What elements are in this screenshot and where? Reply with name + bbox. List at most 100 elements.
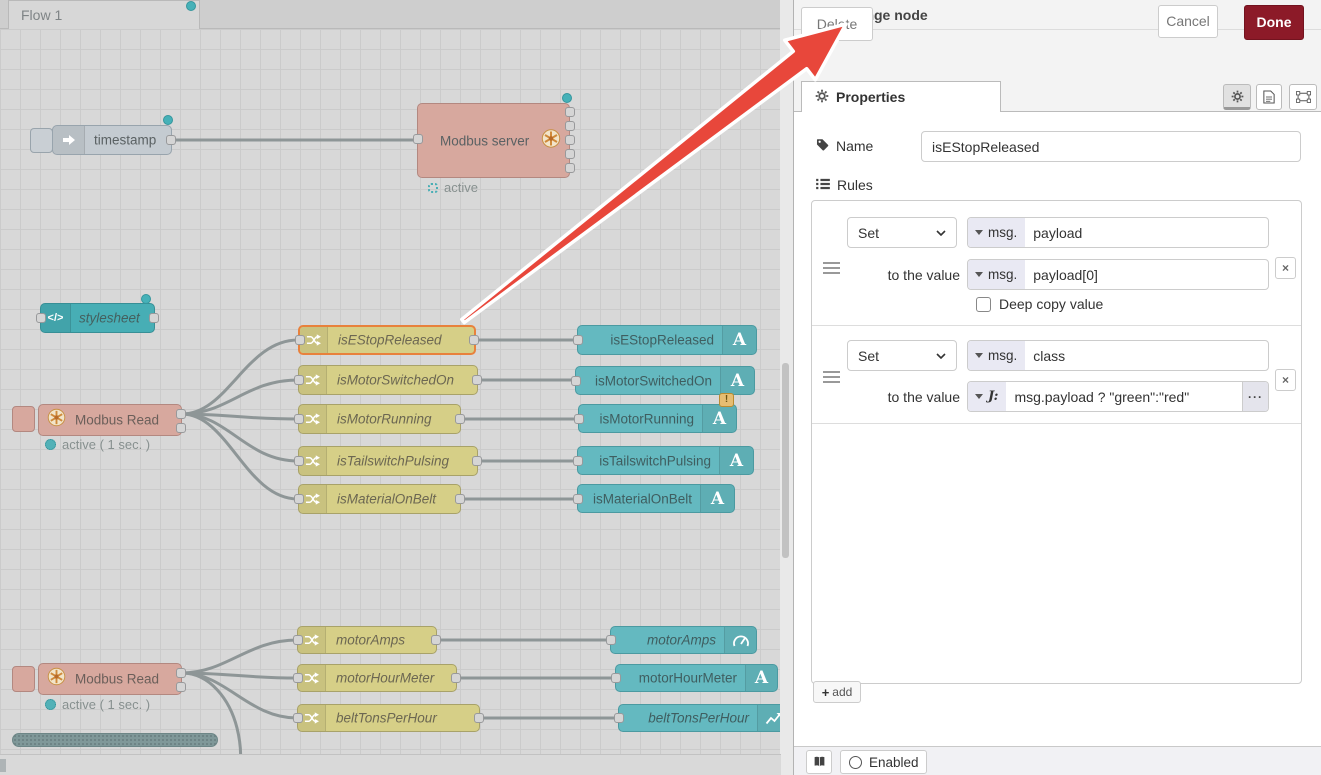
node-text-ismotorrunning[interactable]: A isMotorRunning <box>578 404 737 433</box>
node-chart-belttonsperhour[interactable]: beltTonsPerHour <box>618 704 781 732</box>
output-port[interactable] <box>176 423 186 433</box>
node-change-motorhourmeter[interactable]: motorHourMeter <box>297 664 457 692</box>
node-modbus-server[interactable]: Modbus server <box>417 103 570 178</box>
node-change-isestopreleased[interactable]: isEStopReleased <box>298 325 476 355</box>
node-change-ismotorrunning[interactable]: isMotorRunning <box>298 404 461 434</box>
enabled-toggle-button[interactable]: Enabled <box>840 750 927 774</box>
name-input[interactable] <box>921 131 1301 162</box>
docs-button[interactable] <box>806 750 832 774</box>
input-port[interactable] <box>606 635 616 645</box>
wire[interactable] <box>182 673 297 718</box>
input-port[interactable] <box>614 713 624 723</box>
rule2-property-input[interactable]: msg. <box>967 340 1269 371</box>
input-port[interactable] <box>293 635 303 645</box>
typed-input-type-button[interactable]: J: <box>968 382 1006 411</box>
node-change-motoramps[interactable]: motorAmps <box>297 626 437 654</box>
inject-trigger-button[interactable] <box>30 128 53 153</box>
output-port[interactable] <box>565 107 575 117</box>
output-port[interactable] <box>565 163 575 173</box>
output-port[interactable] <box>565 135 575 145</box>
rule1-value[interactable] <box>1025 260 1268 289</box>
input-port[interactable] <box>293 673 303 683</box>
wire[interactable] <box>182 414 298 461</box>
output-port[interactable] <box>565 149 575 159</box>
output-port[interactable] <box>149 313 159 323</box>
node-text-isestopreleased[interactable]: A isEStopReleased <box>577 325 757 355</box>
cancel-button[interactable]: Cancel <box>1158 5 1218 38</box>
output-port[interactable] <box>472 456 482 466</box>
input-port[interactable] <box>36 313 46 323</box>
wire[interactable] <box>182 414 298 499</box>
rule1-action-select[interactable]: Set <box>847 217 957 248</box>
node-change-belttonsperhour[interactable]: beltTonsPerHour <box>297 704 480 732</box>
done-button[interactable]: Done <box>1244 5 1304 40</box>
input-port[interactable] <box>413 134 423 144</box>
node-text-ismaterialonbelt[interactable]: A isMaterialOnBelt <box>577 484 735 513</box>
vertical-scrollbar[interactable] <box>780 0 793 775</box>
rule2-delete-button[interactable]: × <box>1275 369 1296 391</box>
output-port[interactable] <box>166 135 176 145</box>
rule2-expression[interactable] <box>1006 382 1242 411</box>
input-port[interactable] <box>573 456 583 466</box>
output-port[interactable] <box>176 668 186 678</box>
appearance-tab-button[interactable] <box>1289 84 1317 110</box>
output-port[interactable] <box>431 635 441 645</box>
input-port[interactable] <box>573 335 583 345</box>
drag-handle[interactable] <box>823 262 840 274</box>
input-port[interactable] <box>573 494 583 504</box>
input-port[interactable] <box>294 494 304 504</box>
node-text-motorhourmeter[interactable]: A motorHourMeter <box>615 664 778 692</box>
output-port[interactable] <box>455 494 465 504</box>
description-tab-button[interactable] <box>1256 84 1282 110</box>
rule2-action-select[interactable]: Set <box>847 340 957 371</box>
wire[interactable] <box>182 640 297 673</box>
input-port[interactable] <box>294 456 304 466</box>
output-port[interactable] <box>176 682 186 692</box>
node-text-ismotorswitchedon[interactable]: A isMotorSwitchedOn <box>575 366 755 395</box>
input-port[interactable] <box>294 375 304 385</box>
output-port[interactable] <box>176 409 186 419</box>
tab-flow1[interactable]: Flow 1 <box>8 0 200 29</box>
delete-button[interactable]: Delete <box>801 7 873 41</box>
wire[interactable] <box>182 340 298 414</box>
node-gauge-motoramps[interactable]: motorAmps <box>610 626 757 654</box>
modbus-read-button[interactable] <box>12 406 35 432</box>
input-port[interactable] <box>611 673 621 683</box>
typed-input-type-button[interactable]: msg. <box>968 218 1025 247</box>
rule1-delete-button[interactable]: × <box>1275 257 1296 279</box>
add-rule-button[interactable]: +add <box>813 681 861 703</box>
output-port[interactable] <box>474 713 484 723</box>
vertical-scrollbar-thumb[interactable] <box>782 363 789 558</box>
node-change-ismaterialonbelt[interactable]: isMaterialOnBelt <box>298 484 461 514</box>
rule1-value-input[interactable]: msg. <box>967 259 1269 290</box>
flow-canvas[interactable]: Flow 1 <box>0 0 781 775</box>
drag-handle[interactable] <box>823 371 840 383</box>
node-modbus-read-bottom[interactable]: Modbus Read <box>38 663 182 695</box>
input-port[interactable] <box>571 376 581 386</box>
typed-input-type-button[interactable]: msg. <box>968 341 1025 370</box>
tab-properties[interactable]: Properties <box>801 81 1001 112</box>
input-port[interactable] <box>294 414 304 424</box>
node-change-ismotorswitchedon[interactable]: isMotorSwitchedOn <box>298 365 478 395</box>
horizontal-scrollbar[interactable] <box>12 733 218 747</box>
input-port[interactable] <box>293 713 303 723</box>
node-change-istailswitchpulsing[interactable]: isTailswitchPulsing <box>298 446 478 476</box>
expand-editor-button[interactable]: ··· <box>1242 382 1268 411</box>
node-text-istailswitchpulsing[interactable]: A isTailswitchPulsing <box>577 446 754 475</box>
output-port[interactable] <box>469 335 479 345</box>
output-port[interactable] <box>472 375 482 385</box>
rule2-property-value[interactable] <box>1025 341 1268 370</box>
output-port[interactable] <box>455 414 465 424</box>
typed-input-type-button[interactable]: msg. <box>968 260 1025 289</box>
rule2-value-input[interactable]: J: ··· <box>967 381 1269 412</box>
node-modbus-read-top[interactable]: Modbus Read <box>38 404 182 436</box>
deep-copy-checkbox[interactable] <box>976 297 991 312</box>
node-inject-timestamp[interactable]: timestamp <box>52 125 172 155</box>
output-port[interactable] <box>565 121 575 131</box>
input-port[interactable] <box>295 335 305 345</box>
input-port[interactable] <box>574 414 584 424</box>
modbus-read-button[interactable] <box>12 666 35 692</box>
rule1-property-value[interactable] <box>1025 218 1268 247</box>
rule1-property-input[interactable]: msg. <box>967 217 1269 248</box>
node-stylesheet[interactable]: </> stylesheet <box>40 303 155 333</box>
